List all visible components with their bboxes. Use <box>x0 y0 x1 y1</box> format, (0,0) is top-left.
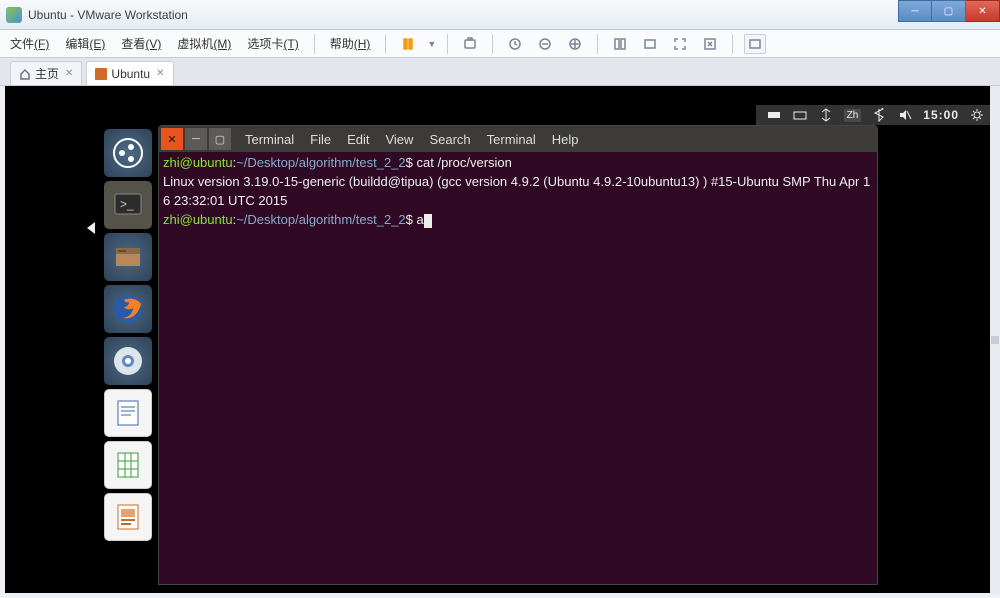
close-button[interactable]: ✕ <box>966 0 1000 22</box>
separator <box>597 34 598 54</box>
tab-bar: 主页 ✕ Ubuntu ✕ <box>0 58 1000 86</box>
windows-titlebar: Ubuntu - VMware Workstation ─ ▢ ✕ <box>0 0 1000 30</box>
input-method-badge[interactable]: Zh <box>844 109 862 122</box>
tab-label: 主页 <box>35 65 59 82</box>
term-menu-search[interactable]: Search <box>425 130 474 149</box>
keyboard-icon[interactable] <box>792 107 808 123</box>
launcher-dash[interactable] <box>104 129 152 177</box>
term-menu-help[interactable]: Help <box>548 130 583 149</box>
terminal-close-button[interactable]: ✕ <box>161 128 183 150</box>
launcher-impress[interactable] <box>104 493 152 541</box>
menu-view[interactable]: 查看(V) <box>117 33 165 54</box>
ubuntu-top-panel: Zh 15:00 <box>756 105 995 125</box>
separator <box>314 34 315 54</box>
tab-ubuntu[interactable]: Ubuntu ✕ <box>86 61 173 85</box>
launcher-terminal[interactable]: >_ <box>104 181 152 229</box>
separator <box>385 34 386 54</box>
separator <box>447 34 448 54</box>
launcher-firefox[interactable] <box>104 285 152 333</box>
gear-icon[interactable] <box>969 107 985 123</box>
term-menu-file[interactable]: File <box>306 130 335 149</box>
term-menu-terminal[interactable]: Terminal <box>241 130 298 149</box>
separator <box>732 34 733 54</box>
terminal-menubar: Terminal File Edit View Search Terminal … <box>241 130 583 149</box>
tab-home[interactable]: 主页 ✕ <box>10 61 82 85</box>
term-menu-edit[interactable]: Edit <box>343 130 373 149</box>
volume-icon[interactable] <box>897 107 913 123</box>
menu-tabs[interactable]: 选项卡(T) <box>243 33 302 54</box>
terminal-maximize-button[interactable]: ▢ <box>209 128 231 150</box>
menu-file[interactable]: 文件(F) <box>6 33 53 54</box>
launcher-files[interactable] <box>104 233 152 281</box>
terminal-titlebar[interactable]: ✕ ─ ▢ Terminal File Edit View Search Ter… <box>159 126 877 152</box>
snapshot-take-icon[interactable] <box>564 34 586 54</box>
unity-icon[interactable] <box>699 34 721 54</box>
tab-close-icon[interactable]: ✕ <box>156 68 164 79</box>
scroll-thumb[interactable] <box>991 336 999 344</box>
pause-icon[interactable] <box>397 34 419 54</box>
menu-vm[interactable]: 虚拟机(M) <box>173 33 235 54</box>
network-icon[interactable] <box>818 107 834 123</box>
snapshot-mgr-icon[interactable] <box>534 34 556 54</box>
menu-edit[interactable]: 编辑(E) <box>61 33 109 54</box>
revert-icon[interactable] <box>504 34 526 54</box>
maximize-button[interactable]: ▢ <box>932 0 966 22</box>
home-icon <box>19 68 31 80</box>
clock[interactable]: 15:00 <box>923 108 959 122</box>
vm-viewport[interactable]: Zh 15:00 >_ <box>5 86 995 593</box>
launcher-calc[interactable] <box>104 441 152 489</box>
scrollbar[interactable] <box>990 86 1000 594</box>
term-menu-terminal2[interactable]: Terminal <box>483 130 540 149</box>
terminal-minimize-button[interactable]: ─ <box>185 128 207 150</box>
terminal-window: ✕ ─ ▢ Terminal File Edit View Search Ter… <box>158 125 878 585</box>
unity-launcher: >_ <box>98 125 158 541</box>
app-icon <box>6 7 22 23</box>
view-single-icon[interactable] <box>609 34 631 54</box>
window-controls: ─ ▢ ✕ <box>898 0 1000 22</box>
drive-icon[interactable] <box>766 107 782 123</box>
tab-close-icon[interactable]: ✕ <box>65 68 73 79</box>
term-menu-view[interactable]: View <box>381 130 417 149</box>
fullscreen-icon[interactable] <box>669 34 691 54</box>
dropdown-icon[interactable]: ▼ <box>427 39 436 49</box>
tab-label: Ubuntu <box>111 67 150 81</box>
window-title: Ubuntu - VMware Workstation <box>28 8 188 22</box>
thumbnail-icon[interactable] <box>744 34 766 54</box>
separator <box>492 34 493 54</box>
menu-help[interactable]: 帮助(H) <box>326 33 375 54</box>
cursor-icon <box>424 214 432 228</box>
snapshot-icon[interactable] <box>459 34 481 54</box>
view-console-icon[interactable] <box>639 34 661 54</box>
menu-bar: 文件(F) 编辑(E) 查看(V) 虚拟机(M) 选项卡(T) 帮助(H) ▼ <box>0 30 1000 58</box>
terminal-output[interactable]: zhi@ubuntu:~/Desktop/algorithm/test_2_2$… <box>159 152 877 584</box>
minimize-button[interactable]: ─ <box>898 0 932 22</box>
svg-text:>_: >_ <box>120 197 134 211</box>
launcher-active-arrow <box>87 222 95 234</box>
launcher-writer[interactable] <box>104 389 152 437</box>
vm-icon <box>95 68 107 80</box>
bluetooth-icon[interactable] <box>871 107 887 123</box>
launcher-chromium[interactable] <box>104 337 152 385</box>
